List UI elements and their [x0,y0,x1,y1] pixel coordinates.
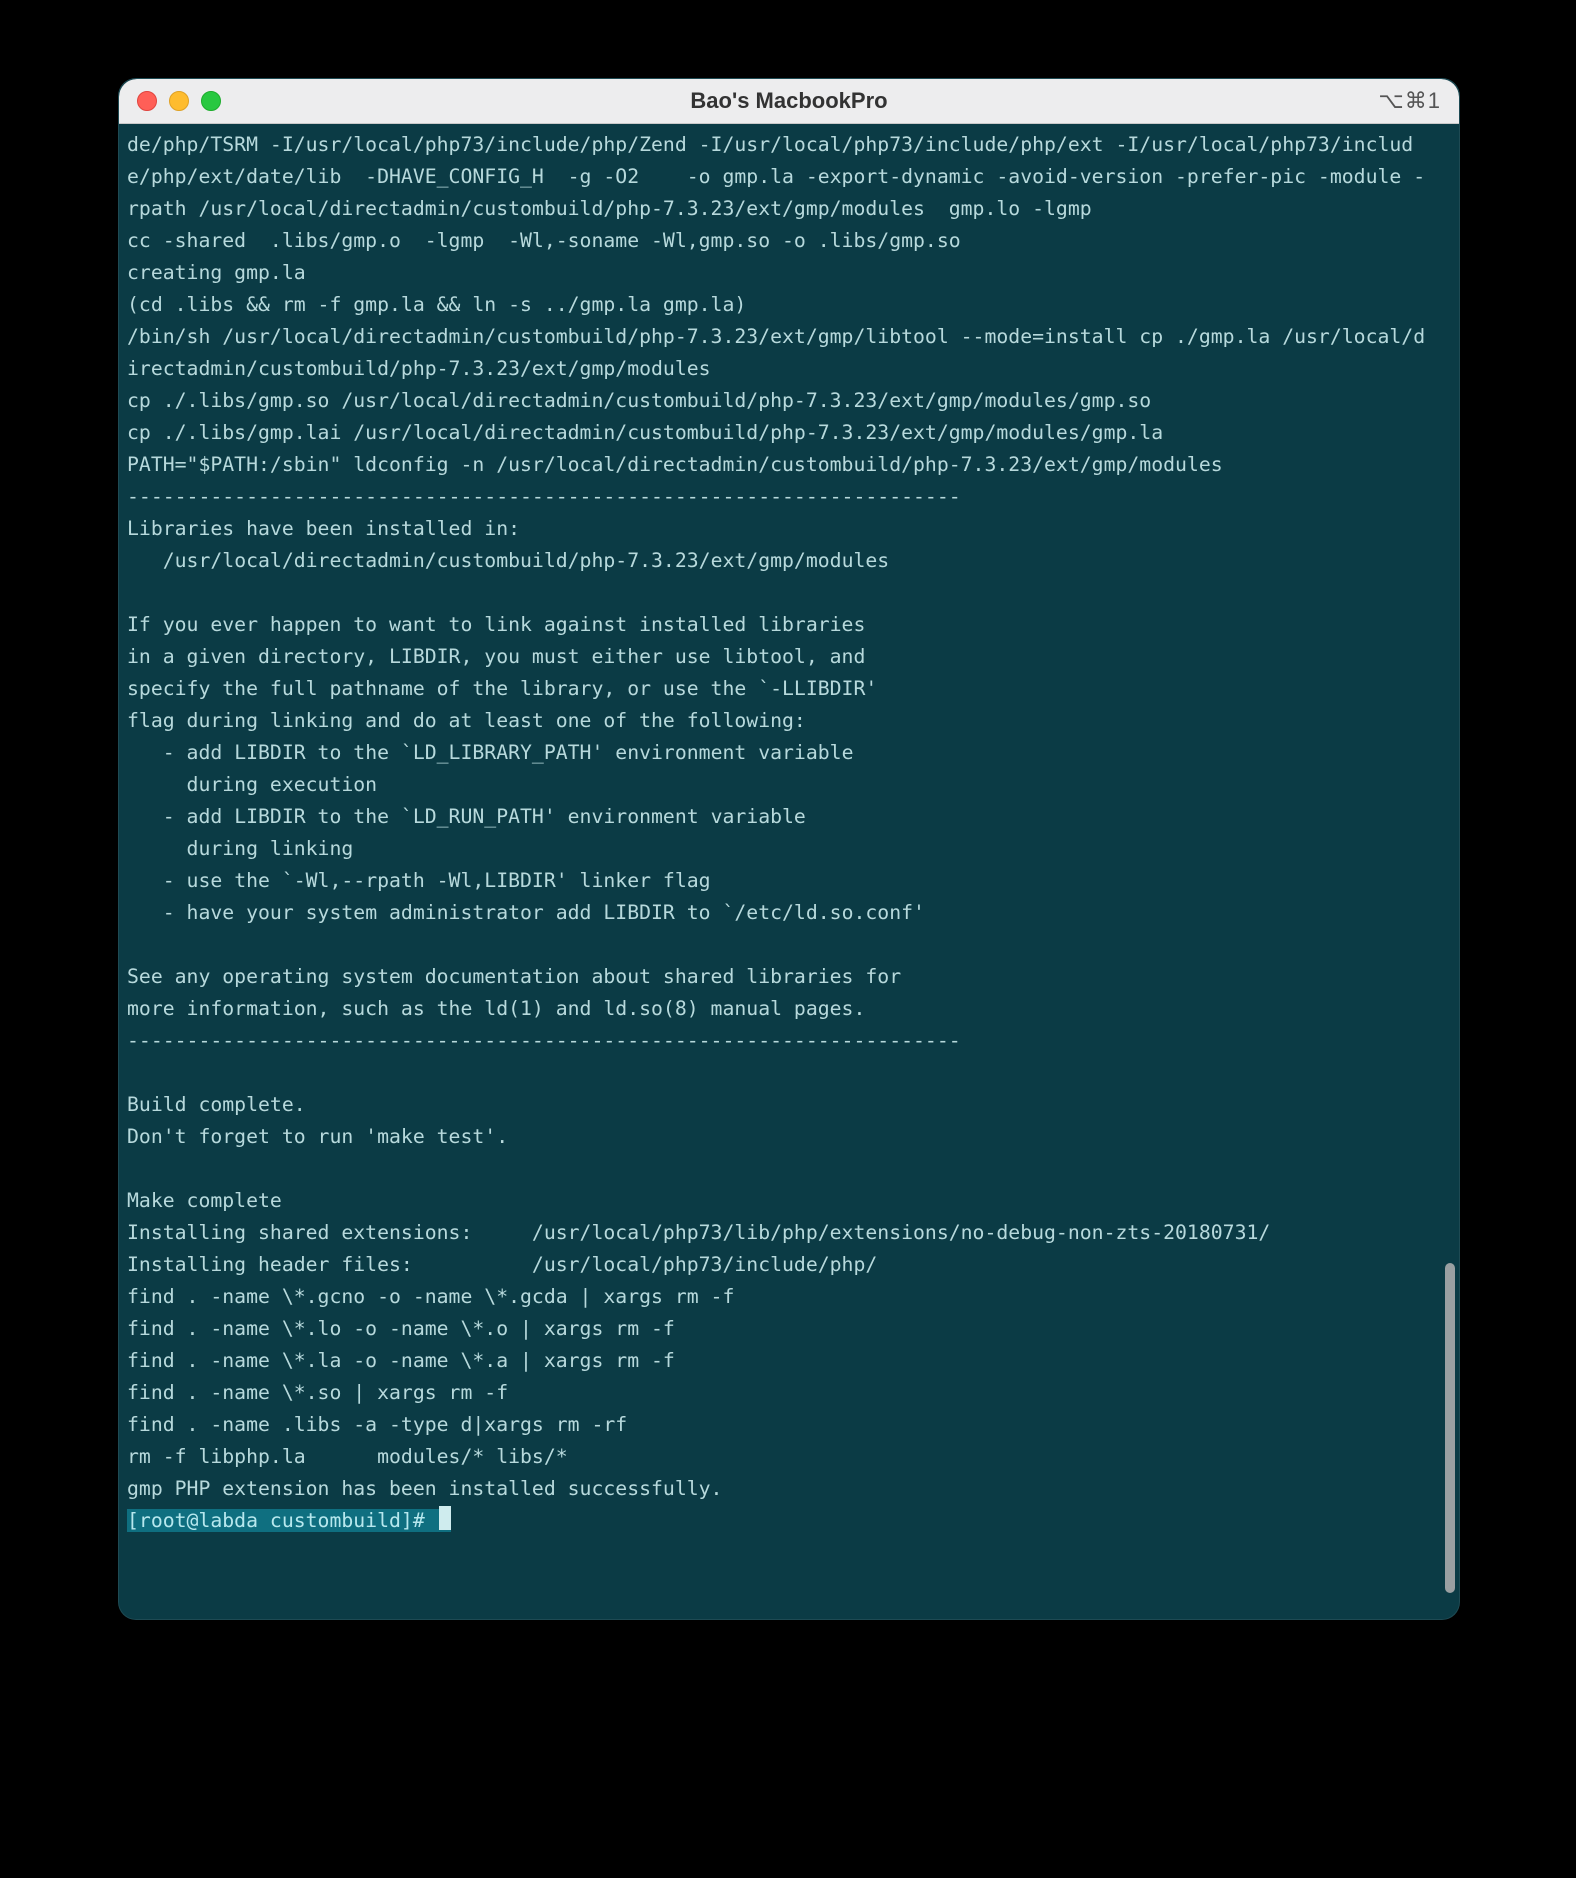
window-title: Bao's MacbookPro [119,88,1459,114]
terminal-viewport[interactable]: de/php/TSRM -I/usr/local/php73/include/p… [119,123,1439,1619]
scrollbar-track[interactable] [1439,123,1459,1619]
terminal-window: Bao's MacbookPro ⌥⌘1 de/php/TSRM -I/usr/… [118,78,1460,1620]
zoom-icon[interactable] [201,91,221,111]
shell-prompt[interactable]: [root@labda custombuild]# [127,1509,451,1532]
terminal-body: de/php/TSRM -I/usr/local/php73/include/p… [119,123,1459,1619]
scrollbar-thumb[interactable] [1445,1263,1455,1593]
window-controls [137,91,221,111]
close-icon[interactable] [137,91,157,111]
cursor-icon [439,1506,451,1530]
minimize-icon[interactable] [169,91,189,111]
terminal-output: de/php/TSRM -I/usr/local/php73/include/p… [127,129,1431,1537]
tab-indicator: ⌥⌘1 [1378,88,1441,114]
titlebar[interactable]: Bao's MacbookPro ⌥⌘1 [119,79,1459,124]
